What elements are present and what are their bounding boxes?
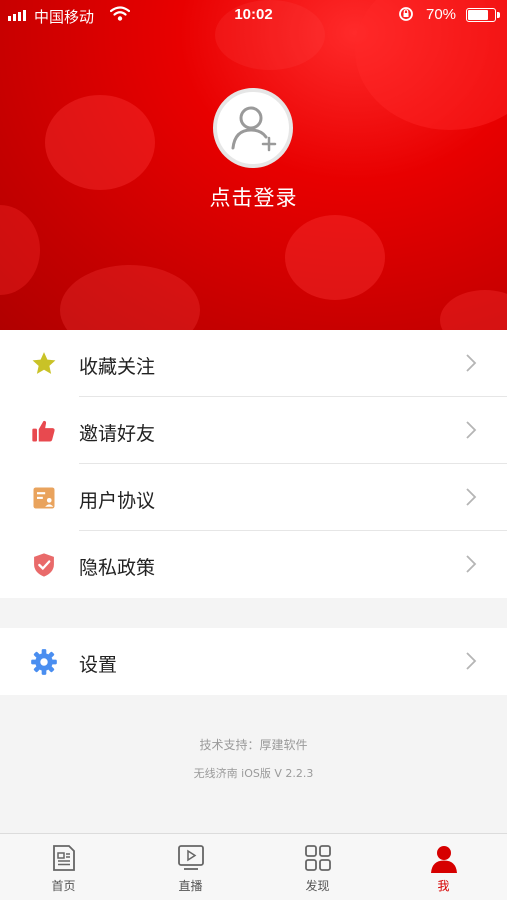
- rotation-lock-icon: [398, 6, 414, 26]
- profile-header: 中国移动 10:02 70% 点击登录: [0, 0, 507, 330]
- user-icon: [430, 846, 457, 873]
- tab-label: 直播: [178, 879, 203, 893]
- chevron-right-icon: [466, 652, 477, 670]
- chevron-right-icon: [466, 421, 477, 439]
- menu-item-privacy-policy[interactable]: 隐私政策: [0, 531, 507, 598]
- menu-item-favorites[interactable]: 收藏关注: [0, 330, 507, 397]
- tab-discover[interactable]: 发现: [254, 834, 381, 900]
- shield-icon: [30, 551, 58, 579]
- tab-me[interactable]: 我: [380, 834, 507, 900]
- menu-item-settings[interactable]: 设置: [0, 628, 507, 695]
- status-bar: 中国移动 10:02 70%: [0, 0, 507, 32]
- tab-label: 首页: [51, 879, 76, 893]
- bokeh-decoration: [0, 205, 40, 295]
- star-icon: [30, 350, 58, 378]
- gear-icon: [30, 648, 58, 676]
- bokeh-decoration: [440, 290, 507, 330]
- tab-label: 发现: [305, 879, 330, 893]
- document-icon: [30, 484, 58, 512]
- settings-section: 设置: [0, 628, 507, 695]
- menu-item-user-agreement[interactable]: 用户协议: [0, 464, 507, 531]
- battery-icon: [466, 8, 500, 22]
- menu-item-label: 邀请好友: [79, 423, 156, 445]
- bokeh-decoration: [45, 95, 155, 190]
- version-text: 无线济南 iOS版 V 2.2.3: [193, 767, 314, 780]
- menu-item-label: 收藏关注: [79, 356, 156, 378]
- bokeh-decoration: [60, 265, 200, 330]
- tech-support-text: 技术支持：厚建软件: [199, 738, 308, 752]
- chevron-right-icon: [466, 488, 477, 506]
- play-icon: [177, 845, 204, 870]
- menu-item-label: 隐私政策: [79, 557, 156, 579]
- battery-percent: 70%: [426, 6, 457, 23]
- tab-label: 我: [437, 879, 450, 893]
- bokeh-decoration: [285, 215, 385, 300]
- menu-list: 收藏关注 邀请好友 用户协议 隐私政策: [0, 330, 507, 598]
- chevron-right-icon: [466, 354, 477, 372]
- tab-home[interactable]: 首页: [0, 834, 127, 900]
- news-icon: [52, 845, 75, 871]
- user-add-icon: [231, 106, 277, 152]
- chevron-right-icon: [466, 555, 477, 573]
- thumbs-up-icon: [30, 417, 58, 445]
- menu-item-label: 设置: [79, 654, 118, 676]
- menu-item-invite-friends[interactable]: 邀请好友: [0, 397, 507, 464]
- grid-icon: [304, 845, 331, 871]
- login-link[interactable]: 点击登录: [0, 182, 507, 212]
- avatar[interactable]: [213, 88, 293, 168]
- menu-item-label: 用户协议: [79, 490, 156, 512]
- tab-live[interactable]: 直播: [127, 834, 254, 900]
- tab-bar: 首页 直播 发现 我: [0, 833, 507, 900]
